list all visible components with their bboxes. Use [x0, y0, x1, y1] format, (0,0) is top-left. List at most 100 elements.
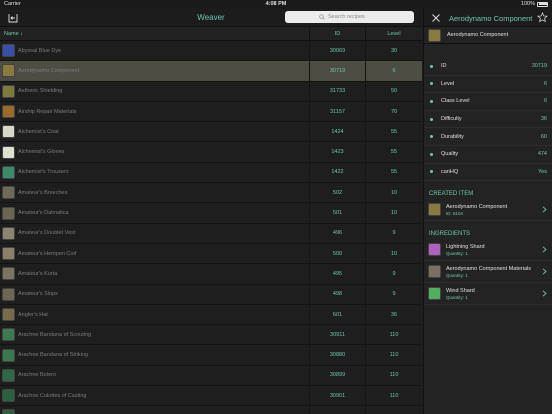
recipe-id: 1424 [309, 122, 365, 142]
recipe-level: 110 [365, 386, 422, 406]
property-value: 30719 [531, 63, 547, 70]
ingredient-link[interactable]: Lightning Shard Quantity: 1 [424, 239, 552, 262]
property-key: canHQ [441, 168, 459, 175]
row-name-cell: Airship Repair Materials [0, 102, 309, 121]
item-icon [2, 368, 15, 382]
ingredient-quantity: Quantity: 1 [446, 250, 468, 256]
bullet-icon [430, 152, 433, 156]
row-name-cell: Arachne Bandana of Scouting [0, 325, 309, 344]
table-row[interactable]: Arachne Bandana of Scouting 30911 110 [0, 325, 422, 346]
column-header-id[interactable]: ID [309, 26, 365, 41]
row-name-cell: Amateur's Doublet Vest [0, 224, 309, 243]
ingredient-link[interactable]: Wind Shard Quantity: 1 [424, 283, 552, 306]
table-row[interactable]: Abyssal Blue Dye 30069 30 [0, 41, 422, 62]
property-value: Yes [538, 168, 547, 175]
close-icon[interactable] [430, 12, 442, 24]
table-row[interactable]: Amateur's Kurta 495 9 [0, 264, 422, 285]
recipe-id: 30719 [309, 61, 365, 81]
item-icon [2, 267, 15, 281]
recipe-name: Arachne Bandana of Scouting [18, 331, 92, 338]
row-name-cell: Aerodynamo Component [0, 61, 309, 80]
property-row: Level 6 [424, 76, 552, 94]
recipe-name: Aerodynamo Component [18, 67, 80, 74]
detail-header: Aerodynamo Component [424, 27, 552, 44]
table-row[interactable]: Alchemist's Coat 1424 55 [0, 122, 422, 143]
ingredient-link[interactable]: Aerodynamo Component Materials Quantity: … [424, 261, 552, 284]
search-bar[interactable] [285, 11, 414, 23]
recipe-name: Amateur's Slops [18, 291, 58, 298]
ingredient-icon [428, 265, 441, 279]
row-name-cell: Alchemist's Trousers [0, 163, 309, 182]
recipe-level: 110 [365, 365, 422, 386]
row-name-cell: Angler's Hat [0, 305, 309, 324]
item-icon [2, 308, 15, 321]
row-name-cell: Abyssal Blue Dye [0, 41, 309, 60]
ingredient-list: Lightning Shard Quantity: 1 Aerodynamo Com… [424, 239, 552, 306]
detail-title: Aerodynamo Component [449, 14, 533, 23]
chevron-right-icon [542, 206, 547, 213]
recipe-id: 498 [309, 284, 365, 304]
recipe-table: Abyssal Blue Dye 30069 30 Aerodynamo Compon… [0, 41, 422, 414]
property-row: canHQ Yes [424, 164, 552, 182]
recipe-name: Alchemist's Coat [18, 128, 59, 135]
table-row[interactable]: Amateur's Doublet Vest 496 9 [0, 223, 422, 244]
table-row[interactable] [0, 406, 422, 414]
column-header-level[interactable]: Level [365, 26, 422, 41]
table-row[interactable]: Alchemist's Gloves 1423 55 [0, 142, 422, 163]
table-row[interactable]: Airship Repair Materials 31157 70 [0, 101, 422, 123]
status-time: 4:08 PM [265, 1, 287, 7]
row-name-cell: Arachne Culottes of Casting [0, 386, 309, 405]
bullet-icon [430, 64, 433, 68]
table-row[interactable]: Arachne Bandana of Striking 30880 110 [0, 345, 422, 366]
recipe-level: 55 [365, 122, 422, 142]
table-row[interactable]: Arachne Culottes of Casting 30901 110 [0, 386, 422, 407]
recipe-id: 30899 [309, 365, 365, 386]
table-row[interactable]: Aerodynamo Component 30719 6 [0, 61, 422, 82]
table-row[interactable]: Alchemist's Trousers 1422 55 [0, 162, 422, 184]
recipe-level: 50 [365, 81, 422, 101]
recipe-level: 10 [365, 203, 422, 223]
recipe-id: 30880 [309, 345, 365, 365]
table-row[interactable]: Angler's Hat 601 36 [0, 304, 422, 326]
column-header-name[interactable]: Name ↓ [0, 31, 309, 37]
recipe-id: 501 [309, 203, 365, 223]
row-name-cell: Alchemist's Gloves [0, 142, 309, 161]
bullet-icon [430, 82, 433, 86]
recipe-id: 30069 [309, 41, 365, 61]
created-item-link[interactable]: Aerodynamo Component ID: 8104 [424, 199, 552, 222]
property-row: Class Level 6 [424, 93, 552, 111]
recipe-level: 10 [365, 183, 422, 203]
item-icon [2, 125, 15, 139]
search-icon [319, 14, 325, 20]
created-item-name: Aerodynamo Component [446, 203, 508, 210]
chevron-right-icon [542, 290, 547, 297]
item-icon [2, 64, 15, 78]
row-name-cell: Amateur's Slops [0, 285, 309, 304]
recipe-id: 502 [309, 183, 365, 203]
bullet-icon [430, 170, 433, 174]
recipe-id: 31157 [309, 101, 365, 122]
recipe-detail-pane: Aerodynamo Component Aerodynamo Componen… [423, 9, 552, 414]
table-row[interactable]: Amateur's Hempen Coif 500 10 [0, 243, 422, 265]
ingredient-quantity: Quantity: 1 [446, 294, 468, 300]
recipe-level: 55 [365, 142, 422, 162]
table-row[interactable]: Amateur's Slops 498 9 [0, 284, 422, 305]
row-name-cell: Arachne Bolero [0, 366, 309, 385]
property-row: Quality 474 [424, 146, 552, 164]
recipe-id: 601 [309, 304, 365, 325]
table-row[interactable]: Amateur's Dalmatica 501 10 [0, 203, 422, 224]
property-key: Level [441, 80, 455, 87]
table-row[interactable]: Amateur's Breeches 502 10 [0, 183, 422, 204]
table-row[interactable]: Arachne Bolero 30899 110 [0, 365, 422, 387]
item-icon [2, 226, 15, 240]
star-icon[interactable] [537, 12, 548, 23]
recipe-name: Abyssal Blue Dye [18, 47, 62, 54]
back-arrow-icon[interactable] [7, 12, 19, 24]
ingredient-name: Lightning Shard [446, 243, 485, 250]
search-input[interactable] [328, 14, 380, 20]
section-ingredients: INGREDIENTS [429, 230, 471, 237]
table-row[interactable]: Aetheric Shielding 31733 50 [0, 81, 422, 102]
recipe-name: Amateur's Hempen Coif [18, 250, 77, 257]
recipe-name: Amateur's Breeches [18, 189, 68, 196]
row-name-cell: Alchemist's Coat [0, 122, 309, 141]
